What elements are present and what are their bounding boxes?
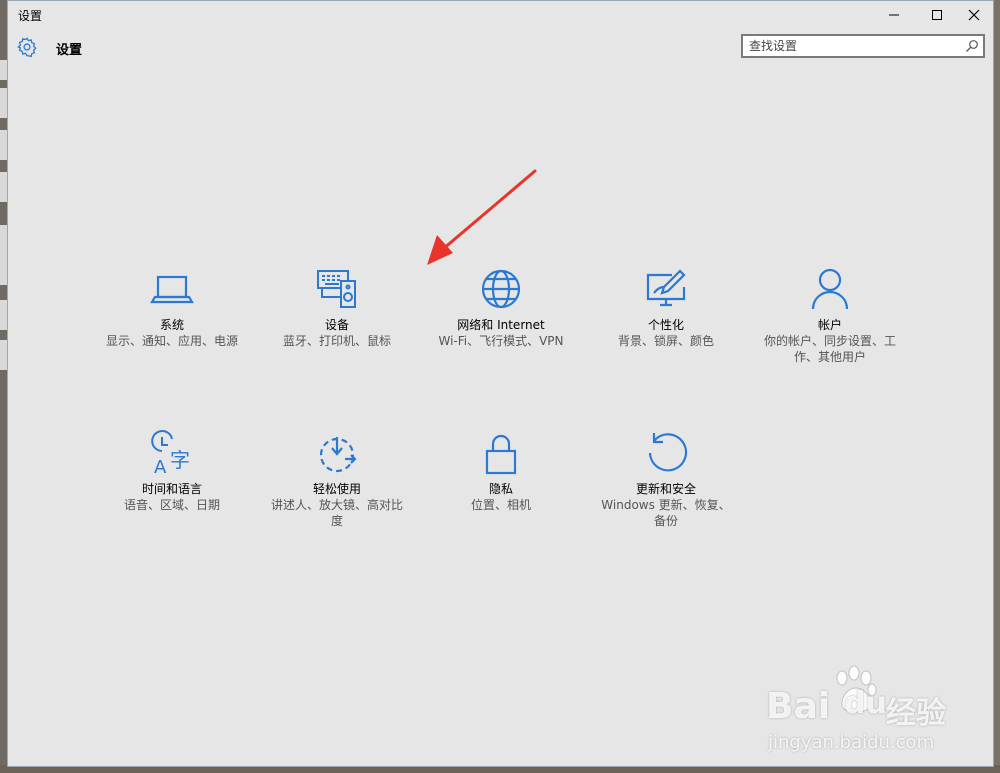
- tile-label: 系统: [159, 318, 184, 332]
- devices-icon: [317, 270, 356, 308]
- laptop-icon: [150, 275, 194, 304]
- tile-update-security[interactable]: 更新和安全 Windows 更新、恢复、备份: [591, 429, 741, 529]
- svg-text:字: 字: [170, 448, 190, 472]
- watermark-brand: Bai: [766, 686, 831, 727]
- tile-description: 讲述人、放大镜、高对比度: [270, 498, 403, 528]
- close-icon: [968, 9, 980, 21]
- annotation-arrow: [427, 169, 537, 265]
- ease-of-access-icon: [319, 437, 357, 473]
- tile-privacy[interactable]: 隐私 位置、相机: [426, 429, 576, 513]
- personalization-icon: [646, 269, 686, 307]
- maximize-icon: [932, 10, 942, 20]
- tile-description: 你的帐户、同步设置、工作、其他用户: [763, 334, 896, 364]
- time-language-icon: A 字: [151, 430, 190, 477]
- tile-description: 位置、相机: [470, 498, 531, 512]
- watermark-brand-cn: 经验: [886, 696, 946, 731]
- gear-icon: [17, 37, 37, 58]
- settings-window: 设置 设置 查找设置 系统 显示、通知、应用、电源 设备 蓝牙、打印机、鼠标 网…: [7, 0, 994, 767]
- tile-label: 设备: [324, 318, 349, 332]
- tile-system[interactable]: 系统 显示、通知、应用、电源: [97, 265, 247, 349]
- close-button[interactable]: [954, 1, 994, 29]
- tile-label: 时间和语言: [141, 482, 202, 496]
- lock-icon: [485, 434, 517, 475]
- tile-network[interactable]: 网络和 Internet Wi-Fi、飞行模式、VPN: [426, 265, 576, 349]
- maximize-button[interactable]: [917, 1, 957, 29]
- tile-time-language[interactable]: A 字 时间和语言 语音、区域、日期: [97, 429, 247, 513]
- tile-label: 更新和安全: [635, 482, 696, 496]
- tile-personalization[interactable]: 个性化 背景、锁屏、颜色: [591, 265, 741, 349]
- tile-label: 个性化: [647, 318, 684, 332]
- page-title: 设置: [56, 43, 83, 58]
- update-icon: [648, 433, 688, 472]
- tile-ease-of-access[interactable]: 轻松使用 讲述人、放大镜、高对比度: [262, 429, 412, 529]
- tile-label: 帐户: [817, 318, 842, 332]
- search-icon[interactable]: [965, 39, 979, 53]
- window-title: 设置: [18, 9, 43, 23]
- minimize-button[interactable]: [874, 1, 914, 29]
- tile-description: 蓝牙、打印机、鼠标: [282, 334, 391, 348]
- watermark-brand-du: du: [844, 686, 887, 721]
- globe-icon: [481, 269, 521, 309]
- tile-description: 语音、区域、日期: [123, 498, 220, 512]
- person-icon: [811, 268, 849, 310]
- tile-description: 显示、通知、应用、电源: [105, 334, 238, 348]
- search-box[interactable]: [741, 34, 985, 58]
- tile-label: 轻松使用: [312, 482, 361, 496]
- watermark-url: jingyan.baidu.com: [768, 732, 935, 753]
- tile-label: 网络和 Internet: [457, 318, 545, 332]
- tile-description: Wi-Fi、飞行模式、VPN: [438, 334, 564, 348]
- tile-devices[interactable]: 设备 蓝牙、打印机、鼠标: [262, 265, 412, 349]
- tile-description: 背景、锁屏、颜色: [617, 334, 714, 348]
- search-input[interactable]: [743, 36, 959, 56]
- svg-text:A: A: [154, 457, 167, 477]
- background-desktop-right: [994, 0, 1000, 773]
- title-bar[interactable]: 设置: [8, 1, 993, 29]
- tile-label: 隐私: [488, 482, 513, 496]
- tile-description: Windows 更新、恢复、备份: [601, 498, 731, 528]
- baidu-watermark: Bai du 经验 jingyan.baidu.com: [760, 662, 960, 762]
- minimize-icon: [889, 14, 899, 16]
- tile-accounts[interactable]: 帐户 你的帐户、同步设置、工作、其他用户: [755, 265, 905, 365]
